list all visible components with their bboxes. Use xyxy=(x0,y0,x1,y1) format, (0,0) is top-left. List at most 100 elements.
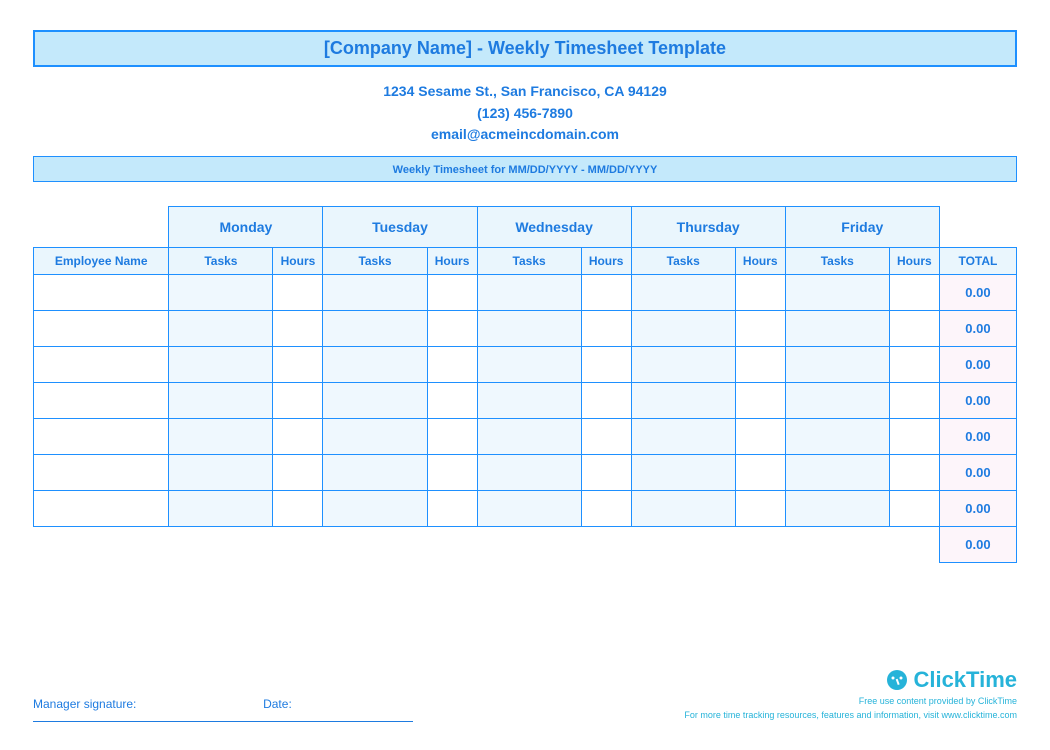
task-cell[interactable] xyxy=(785,455,889,491)
hours-cell[interactable] xyxy=(735,419,785,455)
title-bar: [Company Name] - Weekly Timesheet Templa… xyxy=(33,30,1017,67)
day-header-monday: Monday xyxy=(169,207,323,248)
task-cell[interactable] xyxy=(477,383,581,419)
hours-cell[interactable] xyxy=(735,311,785,347)
table-row: 0.00 xyxy=(34,347,1017,383)
hours-cell[interactable] xyxy=(735,455,785,491)
task-cell[interactable] xyxy=(631,419,735,455)
task-cell[interactable] xyxy=(631,383,735,419)
task-cell[interactable] xyxy=(323,491,427,527)
task-cell[interactable] xyxy=(477,419,581,455)
hours-cell[interactable] xyxy=(889,383,939,419)
week-range-label: Weekly Timesheet for MM/DD/YYYY - MM/DD/… xyxy=(393,164,658,176)
task-cell[interactable] xyxy=(323,419,427,455)
row-total-cell[interactable]: 0.00 xyxy=(939,383,1016,419)
employee-cell[interactable] xyxy=(34,491,169,527)
task-cell[interactable] xyxy=(323,311,427,347)
hours-cell[interactable] xyxy=(427,347,477,383)
table-row: 0.00 xyxy=(34,383,1017,419)
hours-cell[interactable] xyxy=(273,491,323,527)
employee-cell[interactable] xyxy=(34,311,169,347)
hours-cell[interactable] xyxy=(889,275,939,311)
clock-icon xyxy=(885,668,909,692)
hours-cell[interactable] xyxy=(889,491,939,527)
hours-cell[interactable] xyxy=(427,275,477,311)
row-total-cell[interactable]: 0.00 xyxy=(939,275,1016,311)
hours-cell[interactable] xyxy=(273,347,323,383)
employee-header: Employee Name xyxy=(34,248,169,275)
hours-cell[interactable] xyxy=(889,455,939,491)
hours-cell[interactable] xyxy=(273,311,323,347)
hours-cell[interactable] xyxy=(273,419,323,455)
task-cell[interactable] xyxy=(169,347,273,383)
hours-cell[interactable] xyxy=(427,419,477,455)
task-cell[interactable] xyxy=(477,455,581,491)
task-cell[interactable] xyxy=(785,347,889,383)
day-header-thursday: Thursday xyxy=(631,207,785,248)
task-cell[interactable] xyxy=(785,491,889,527)
hours-cell[interactable] xyxy=(273,275,323,311)
hours-cell[interactable] xyxy=(581,311,631,347)
row-total-cell[interactable]: 0.00 xyxy=(939,419,1016,455)
task-cell[interactable] xyxy=(631,455,735,491)
row-total-cell[interactable]: 0.00 xyxy=(939,311,1016,347)
hours-cell[interactable] xyxy=(581,383,631,419)
hours-cell[interactable] xyxy=(581,419,631,455)
task-cell[interactable] xyxy=(323,455,427,491)
task-cell[interactable] xyxy=(323,383,427,419)
task-cell[interactable] xyxy=(169,311,273,347)
task-cell[interactable] xyxy=(631,491,735,527)
hours-cell[interactable] xyxy=(273,455,323,491)
hours-cell[interactable] xyxy=(581,275,631,311)
hours-cell[interactable] xyxy=(735,383,785,419)
hours-cell[interactable] xyxy=(889,311,939,347)
task-cell[interactable] xyxy=(785,311,889,347)
row-total-cell[interactable]: 0.00 xyxy=(939,491,1016,527)
task-cell[interactable] xyxy=(477,311,581,347)
table-row: 0.00 xyxy=(34,455,1017,491)
task-cell[interactable] xyxy=(169,383,273,419)
task-cell[interactable] xyxy=(323,275,427,311)
row-total-cell[interactable]: 0.00 xyxy=(939,347,1016,383)
task-cell[interactable] xyxy=(169,419,273,455)
hours-cell[interactable] xyxy=(427,311,477,347)
task-cell[interactable] xyxy=(631,311,735,347)
hours-header: Hours xyxy=(735,248,785,275)
task-cell[interactable] xyxy=(477,275,581,311)
employee-cell[interactable] xyxy=(34,419,169,455)
task-cell[interactable] xyxy=(169,491,273,527)
task-cell[interactable] xyxy=(785,419,889,455)
brand-tagline-2: For more time tracking resources, featur… xyxy=(684,709,1017,722)
hours-cell[interactable] xyxy=(427,383,477,419)
hours-cell[interactable] xyxy=(581,347,631,383)
hours-cell[interactable] xyxy=(427,491,477,527)
task-cell[interactable] xyxy=(631,275,735,311)
task-cell[interactable] xyxy=(785,275,889,311)
task-cell[interactable] xyxy=(785,383,889,419)
hours-cell[interactable] xyxy=(889,347,939,383)
task-cell[interactable] xyxy=(477,347,581,383)
grand-total-cell: 0.00 xyxy=(939,527,1016,563)
hours-cell[interactable] xyxy=(735,275,785,311)
brand-block: ClickTime Free use content provided by C… xyxy=(684,667,1017,722)
employee-cell[interactable] xyxy=(34,383,169,419)
hours-cell[interactable] xyxy=(889,419,939,455)
hours-cell[interactable] xyxy=(735,347,785,383)
tasks-header: Tasks xyxy=(169,248,273,275)
hours-cell[interactable] xyxy=(735,491,785,527)
task-cell[interactable] xyxy=(169,275,273,311)
task-cell[interactable] xyxy=(323,347,427,383)
hours-cell[interactable] xyxy=(581,455,631,491)
employee-cell[interactable] xyxy=(34,455,169,491)
hours-cell[interactable] xyxy=(427,455,477,491)
employee-cell[interactable] xyxy=(34,347,169,383)
total-header: TOTAL xyxy=(939,248,1016,275)
day-header-wednesday: Wednesday xyxy=(477,207,631,248)
hours-cell[interactable] xyxy=(273,383,323,419)
task-cell[interactable] xyxy=(631,347,735,383)
employee-cell[interactable] xyxy=(34,275,169,311)
task-cell[interactable] xyxy=(477,491,581,527)
hours-cell[interactable] xyxy=(581,491,631,527)
row-total-cell[interactable]: 0.00 xyxy=(939,455,1016,491)
task-cell[interactable] xyxy=(169,455,273,491)
